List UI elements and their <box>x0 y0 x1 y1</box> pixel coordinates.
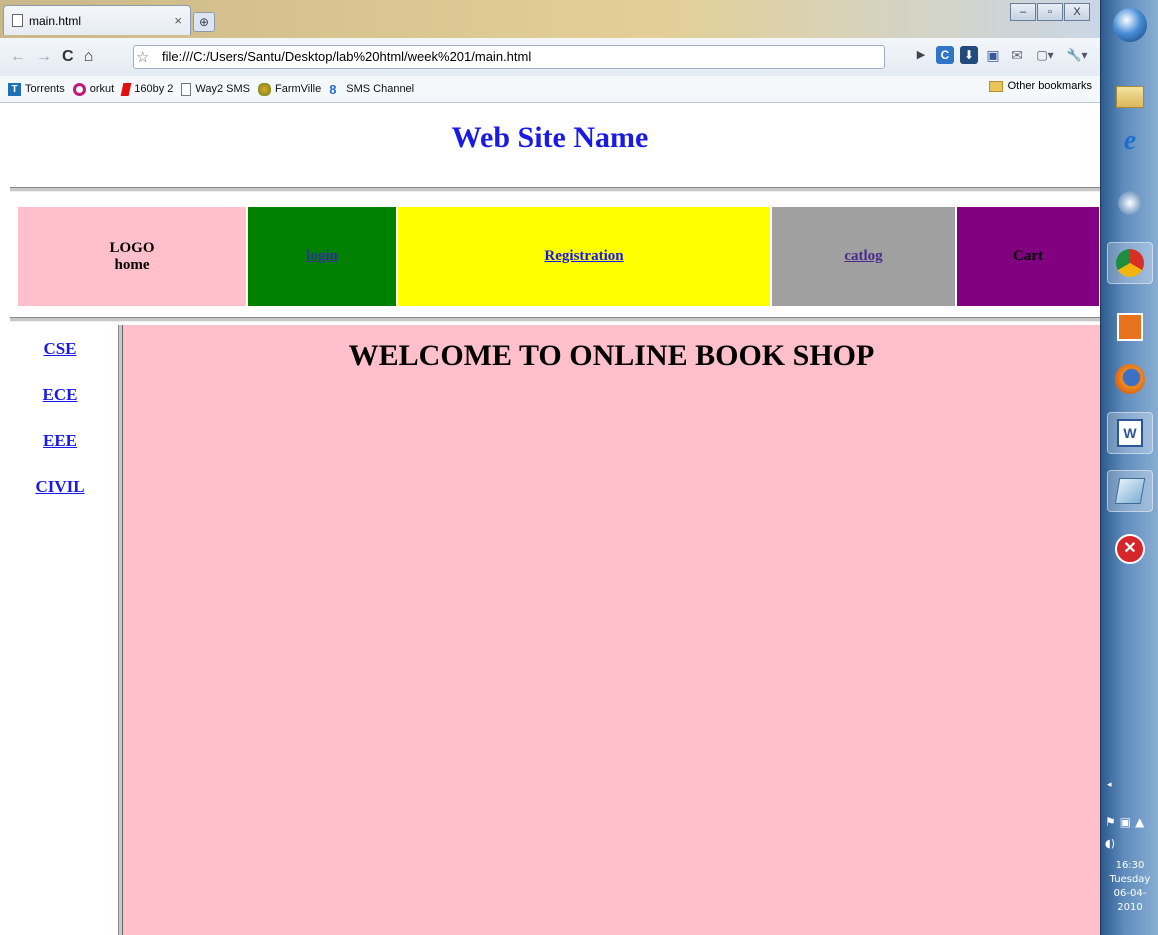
forward-button[interactable]: → <box>36 48 52 66</box>
explorer-folder-icon[interactable] <box>1107 76 1153 118</box>
windows-start-icon[interactable] <box>1107 4 1153 46</box>
160by2-icon <box>120 82 132 96</box>
catalog-link[interactable]: catlog <box>844 248 882 265</box>
bookmark-label: FarmVille <box>274 83 322 95</box>
firefox-icon[interactable] <box>1107 358 1153 400</box>
registration-link[interactable]: Registration <box>544 248 623 265</box>
nav-link-civil[interactable]: CIVIL <box>0 477 120 497</box>
bookmark-160by2[interactable]: 160by 2 <box>120 82 174 96</box>
volume-icon[interactable]: ◖) <box>1105 837 1115 850</box>
other-bookmarks-label: Other bookmarks <box>1007 80 1092 92</box>
login-link[interactable]: login <box>306 248 338 265</box>
orkut-icon <box>72 82 86 96</box>
clock-time: 16:30 <box>1115 860 1145 871</box>
welcome-heading: WELCOME TO ONLINE BOOK SHOP <box>348 339 875 372</box>
cart-cell: Cart <box>957 207 1099 306</box>
toolbar-extensions: ▶ C ⬇ ▣ ✉ ▢▾ 🔧▾ <box>912 46 1090 64</box>
new-tab-button[interactable]: ⊕ <box>193 12 215 32</box>
reload-button[interactable]: C <box>62 48 74 66</box>
tab-title: main.html <box>29 13 82 28</box>
nav-link-eee[interactable]: EEE <box>0 431 120 451</box>
nav-link-cse[interactable]: CSE <box>0 339 120 359</box>
outlook-icon[interactable] <box>1107 306 1153 348</box>
system-tray: ◂ ⚑▣▲ ◖) 16:30 Tuesday 06-04-2010 <box>1101 775 1158 935</box>
page-content: Web Site Name LOGO home login Registrati… <box>0 103 1100 935</box>
bookmark-way2sms[interactable]: Way2 SMS <box>181 82 250 96</box>
2010-app-icon[interactable] <box>1107 182 1153 224</box>
login-cell: login <box>248 207 396 306</box>
folder-icon <box>988 80 1003 92</box>
sms-channel-icon: 8 <box>329 81 337 97</box>
top-menu: LOGO home login Registration catlog Cart <box>18 207 1099 306</box>
minimize-button[interactable]: – <box>1010 3 1036 21</box>
window-controls: – ▫ X <box>1009 3 1090 21</box>
page-icon <box>181 82 192 96</box>
notepad-icon[interactable] <box>1107 470 1153 512</box>
left-nav: CSE ECE EEE CIVIL <box>0 325 120 935</box>
bookmark-orkut[interactable]: orkut <box>72 82 115 96</box>
bookmark-torrents[interactable]: T Torrents <box>8 82 65 96</box>
address-bar[interactable]: file:///C:/Users/Santu/Desktop/lab%20htm… <box>133 45 885 69</box>
horizontal-rule <box>10 317 1100 322</box>
tray-expand-icon[interactable]: ◂ <box>1107 780 1112 790</box>
cart-text: Cart <box>1013 248 1043 264</box>
browser-toolbar: ← → C ⌂ file:///C:/Users/Santu/Desktop/l… <box>0 38 1100 76</box>
clock-date: 06-04-2010 <box>1113 888 1147 913</box>
site-name-heading: Web Site Name <box>451 121 649 154</box>
logo-cell: LOGO home <box>18 207 246 306</box>
windows-taskbar: e W ✕ ◂ ⚑▣▲ ◖) 16:30 Tuesday 06-04-2010 <box>1100 0 1158 935</box>
browser-tab[interactable]: main.html × <box>3 5 191 35</box>
nav-link-ece[interactable]: ECE <box>0 385 120 405</box>
farmville-icon <box>257 82 271 96</box>
page-menu-icon[interactable]: ▢▾ <box>1032 46 1058 64</box>
bookmark-sms-channel[interactable]: 8 SMS Channel <box>329 83 414 96</box>
torrents-icon: T <box>8 82 21 96</box>
home-text: home <box>114 256 150 273</box>
facebook-extension-icon[interactable]: ▣ <box>984 46 1002 64</box>
bookmarks-bar: T Torrents orkut 160by 2 Way2 SMS FarmVi… <box>0 76 1100 103</box>
gmail-extension-icon[interactable]: ✉ <box>1008 46 1026 64</box>
bookmark-label: SMS Channel <box>346 83 415 95</box>
page-action-icon[interactable]: ▶ <box>912 46 930 64</box>
logo-text: LOGO <box>109 239 155 256</box>
close-window-button[interactable]: X <box>1064 3 1090 21</box>
word-icon[interactable]: W <box>1107 412 1153 454</box>
chrome-icon[interactable] <box>1107 242 1153 284</box>
download-extension-icon[interactable]: ⬇ <box>960 46 978 64</box>
main-pane: WELCOME TO ONLINE BOOK SHOP <box>123 325 1100 935</box>
bookmark-star-icon[interactable]: ☆ <box>136 48 149 66</box>
browser-chrome: main.html × ⊕ – ▫ X ← → C ⌂ file:///C:/U… <box>0 0 1100 105</box>
clock-day: Tuesday <box>1109 874 1151 885</box>
title-bar: main.html × ⊕ – ▫ X <box>0 0 1100 38</box>
bookmark-farmville[interactable]: FarmVille <box>257 82 322 96</box>
bookmark-label: 160by 2 <box>134 83 174 95</box>
page-icon <box>12 14 23 27</box>
tray-icons[interactable]: ⚑▣▲ <box>1105 815 1148 829</box>
internet-explorer-icon[interactable]: e <box>1107 120 1153 162</box>
registration-cell: Registration <box>398 207 770 306</box>
back-button[interactable]: ← <box>10 48 26 66</box>
bookmark-label: Torrents <box>25 83 65 95</box>
maximize-button[interactable]: ▫ <box>1037 3 1063 21</box>
wrench-menu-icon[interactable]: 🔧▾ <box>1064 46 1090 64</box>
home-button[interactable]: ⌂ <box>84 48 94 66</box>
catalog-cell: catlog <box>772 207 955 306</box>
bookmark-label: Way2 SMS <box>195 83 250 95</box>
tab-close-icon[interactable]: × <box>174 13 182 28</box>
close-app-icon[interactable]: ✕ <box>1107 528 1153 570</box>
bookmark-label: orkut <box>89 83 115 95</box>
clock[interactable]: 16:30 Tuesday 06-04-2010 <box>1101 859 1158 915</box>
horizontal-rule <box>10 187 1100 192</box>
other-bookmarks[interactable]: Other bookmarks <box>988 80 1092 92</box>
extension-c-icon[interactable]: C <box>936 46 954 64</box>
